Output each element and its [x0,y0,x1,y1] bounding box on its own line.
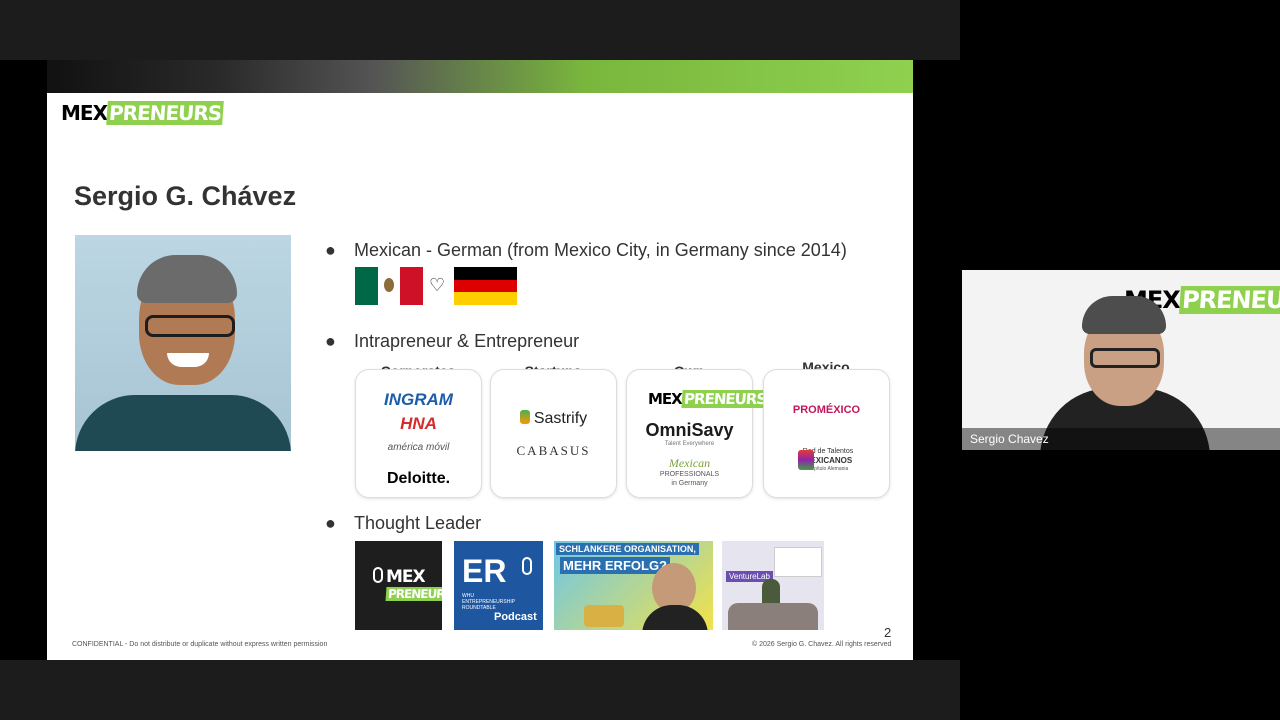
microphone-icon [522,557,532,575]
sastrify-logo: Sastrify [491,410,616,428]
mexican-professionals-logo: Mexican [668,456,711,470]
card-own: MEX PRENEURS OmniSavy Talent Everywhere M… [626,369,769,498]
audience [728,603,818,630]
omnisavy-logo: OmniSavy [645,420,734,440]
hna-logo: HNA [400,414,437,433]
card-startups: Sastrify CABASUS [490,369,617,498]
flag-stripe-green [355,267,378,305]
person-shirt [642,605,708,630]
sastrify-icon [519,410,530,424]
confidential-notice: CONFIDENTIAL - Do not distribute or dupl… [72,641,328,648]
mexpreneurs-small-logo: MEX PRENEURS [648,390,769,408]
omnisavy-tagline: Talent Everywhere [664,441,715,447]
mexico-flag-icon [355,267,424,305]
thumbnail-schlankere-organisation: SCHLANKERE ORGANISATION, MEHR ERFOLG? [554,541,713,630]
slide-title: Sergio G. Chávez [74,181,297,211]
presentation-slide: MEX PRENEURS Sergio G. Chávez ● Mexican -… [47,93,913,660]
microphone-icon [373,567,383,583]
er-logo: ER [462,553,507,589]
deloitte-logo: Deloitte. [386,470,451,487]
meeting-bottom-bar [0,660,960,720]
thumbnail-whu-podcast: ER WHU ENTREPRENEURSHIP ROUNDTABLE Podca… [454,541,543,630]
ingram-logo: INGRAM [384,390,453,409]
copyright-notice: © 2026 Sergio G. Chavez. All rights rese… [752,641,892,648]
slide-header-gradient [47,60,913,93]
thumbnail-venturelab-talk: VentureLab [722,541,824,630]
thumbnail-mexpreneurs-podcast: MEX PRENEURS [355,541,442,630]
cabasus-logo: CABASUS [516,443,591,458]
profile-photo [75,235,291,451]
participant-name: Sergio Chavez [962,428,1280,450]
screen [774,547,822,577]
mexpreneurs-logo: MEX PRENEURS [61,101,224,125]
red-talentos-logo: MEXICANOS [803,456,853,465]
america-movil-logo: américa móvil [387,442,450,453]
coins-icon [584,605,624,627]
flag-stripe-white [377,267,401,305]
meeting-top-bar [0,0,960,60]
promexico-logo: PROMÉXICO [792,404,861,416]
heart-icon: ♡ [429,275,446,295]
card-mexico: PROMÉXICO Red de Talentos MEXICANOS Capí… [763,369,890,498]
card-corporates: INGRAM HNA américa móvil Deloitte. [355,369,482,498]
flag-stripe-red [400,267,424,305]
page-number: 2 [884,625,892,640]
germany-flag-icon [454,267,517,306]
red-talentos-icon [798,450,814,470]
participant-video-tile[interactable]: MEXPRENEURS Sergio Chavez [962,270,1280,450]
